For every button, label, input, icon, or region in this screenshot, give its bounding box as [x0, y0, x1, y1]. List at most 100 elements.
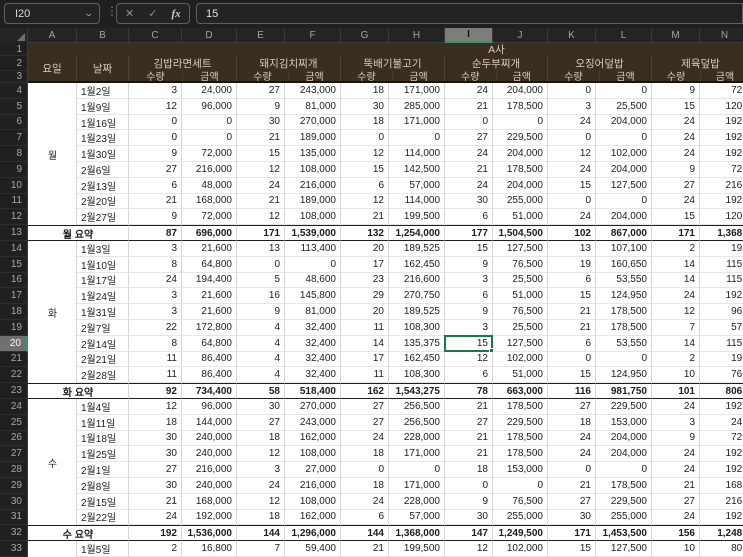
value-cell[interactable]: 59,400	[285, 541, 341, 557]
day-cell[interactable]	[28, 398, 77, 415]
value-cell[interactable]: 518,400	[285, 383, 341, 399]
value-cell[interactable]: 1,453,500	[596, 525, 652, 542]
row-header[interactable]: 16	[0, 272, 28, 289]
value-cell[interactable]: 4	[237, 367, 285, 384]
row-header[interactable]: 17	[0, 288, 28, 305]
value-cell[interactable]: 108,000	[285, 209, 341, 226]
value-cell[interactable]: 27	[341, 398, 389, 415]
value-cell[interactable]: 21	[445, 446, 493, 463]
value-cell[interactable]: 1,368,000	[389, 525, 445, 542]
value-cell[interactable]: 663,000	[493, 383, 548, 399]
value-cell[interactable]: 51,000	[493, 367, 548, 384]
value-cell[interactable]: 178,500	[493, 430, 548, 447]
day-cell[interactable]	[28, 193, 77, 210]
date-cell[interactable]: 1월30일	[77, 146, 129, 162]
value-cell[interactable]: 53,550	[596, 335, 652, 352]
value-cell[interactable]: 27	[652, 493, 700, 510]
value-cell[interactable]: 162,000	[285, 509, 341, 526]
value-cell[interactable]: 18	[341, 83, 389, 99]
value-cell[interactable]: 178,500	[596, 477, 652, 494]
value-cell[interactable]: 0	[596, 351, 652, 368]
column-header[interactable]: D	[182, 28, 237, 43]
value-cell[interactable]: 115,	[700, 336, 743, 352]
row-header[interactable]: 19	[0, 319, 28, 336]
value-cell[interactable]: 189,525	[389, 304, 445, 320]
value-cell[interactable]: 48,000	[182, 177, 237, 194]
date-cell[interactable]: 2월7일	[77, 319, 129, 336]
value-cell[interactable]: 0	[493, 114, 548, 131]
value-cell[interactable]: 12	[237, 446, 285, 463]
value-cell[interactable]: 24	[652, 130, 700, 147]
value-cell[interactable]: 168,000	[182, 493, 237, 510]
value-cell[interactable]: 0	[237, 256, 285, 273]
column-header[interactable]: A	[28, 28, 77, 43]
value-cell[interactable]: 15	[237, 146, 285, 162]
value-cell[interactable]: 21	[129, 193, 182, 210]
value-cell[interactable]: 17	[341, 351, 389, 368]
date-cell[interactable]: 2월13일	[77, 177, 129, 194]
value-cell[interactable]: 27	[652, 177, 700, 194]
value-cell[interactable]: 12	[129, 98, 182, 115]
value-cell[interactable]: 255,000	[493, 193, 548, 210]
row-header[interactable]: 21	[0, 351, 28, 368]
value-cell[interactable]: 6	[341, 177, 389, 194]
value-cell[interactable]: 86,400	[182, 351, 237, 368]
value-cell[interactable]: 204,000	[596, 161, 652, 178]
value-cell[interactable]: 32,400	[285, 319, 341, 336]
value-cell[interactable]: 178,500	[596, 304, 652, 320]
value-cell[interactable]: 108,300	[389, 319, 445, 336]
value-cell[interactable]: 10	[652, 367, 700, 384]
value-cell[interactable]: 30	[445, 509, 493, 526]
value-cell[interactable]: 5	[237, 272, 285, 289]
value-cell[interactable]: 24	[548, 114, 596, 131]
value-cell[interactable]: 24	[548, 446, 596, 463]
value-cell[interactable]: 87	[129, 225, 182, 241]
value-cell[interactable]: 27	[341, 414, 389, 431]
value-cell[interactable]: 192,	[700, 510, 743, 526]
value-cell[interactable]: 14	[652, 256, 700, 273]
value-cell[interactable]: 12	[237, 161, 285, 178]
value-cell[interactable]: 64,800	[182, 335, 237, 352]
day-cell[interactable]	[28, 272, 77, 289]
value-cell[interactable]: 204,000	[596, 114, 652, 131]
value-cell[interactable]: 3	[129, 240, 182, 257]
value-cell[interactable]: 0	[182, 114, 237, 131]
value-cell[interactable]: 21	[445, 161, 493, 178]
value-cell[interactable]: 7	[237, 541, 285, 557]
value-cell[interactable]: 27	[237, 414, 285, 431]
day-cell[interactable]	[28, 98, 77, 115]
value-cell[interactable]: 0	[596, 193, 652, 210]
value-cell[interactable]: 24	[129, 272, 182, 289]
value-cell[interactable]: 240,000	[182, 477, 237, 494]
value-cell[interactable]: 189,000	[285, 193, 341, 210]
value-cell[interactable]: 72,	[700, 162, 743, 178]
amt-header[interactable]: 금액	[600, 70, 651, 83]
value-cell[interactable]: 27	[129, 161, 182, 178]
value-cell[interactable]: 92	[129, 383, 182, 399]
value-cell[interactable]: 178,500	[493, 98, 548, 115]
value-cell[interactable]: 162,450	[389, 351, 445, 368]
value-cell[interactable]: 29	[341, 288, 389, 305]
value-cell[interactable]: 216,000	[285, 477, 341, 494]
value-cell[interactable]: 270,750	[389, 288, 445, 305]
row-header[interactable]: 12	[0, 209, 28, 226]
date-cell[interactable]: 1월4일	[77, 398, 129, 415]
value-cell[interactable]: 114,000	[389, 146, 445, 162]
qty-header[interactable]: 수량	[237, 70, 289, 83]
value-cell[interactable]: 153,000	[596, 414, 652, 431]
value-cell[interactable]: 255,000	[493, 509, 548, 526]
value-cell[interactable]: 21	[548, 319, 596, 336]
value-cell[interactable]: 6	[548, 272, 596, 289]
enter-icon[interactable]: ✓	[148, 7, 157, 20]
value-cell[interactable]: 192,	[700, 115, 743, 131]
value-cell[interactable]: 12	[129, 398, 182, 415]
value-cell[interactable]: 1,249,500	[493, 525, 548, 542]
value-cell[interactable]: 96,000	[182, 98, 237, 115]
value-cell[interactable]: 6	[445, 367, 493, 384]
value-cell[interactable]: 76,	[700, 367, 743, 384]
value-cell[interactable]: 10	[652, 541, 700, 557]
date-cell[interactable]: 2월20일	[77, 193, 129, 210]
value-cell[interactable]: 12	[445, 351, 493, 368]
date-cell[interactable]: 1월16일	[77, 114, 129, 131]
value-cell[interactable]: 108,300	[389, 367, 445, 384]
